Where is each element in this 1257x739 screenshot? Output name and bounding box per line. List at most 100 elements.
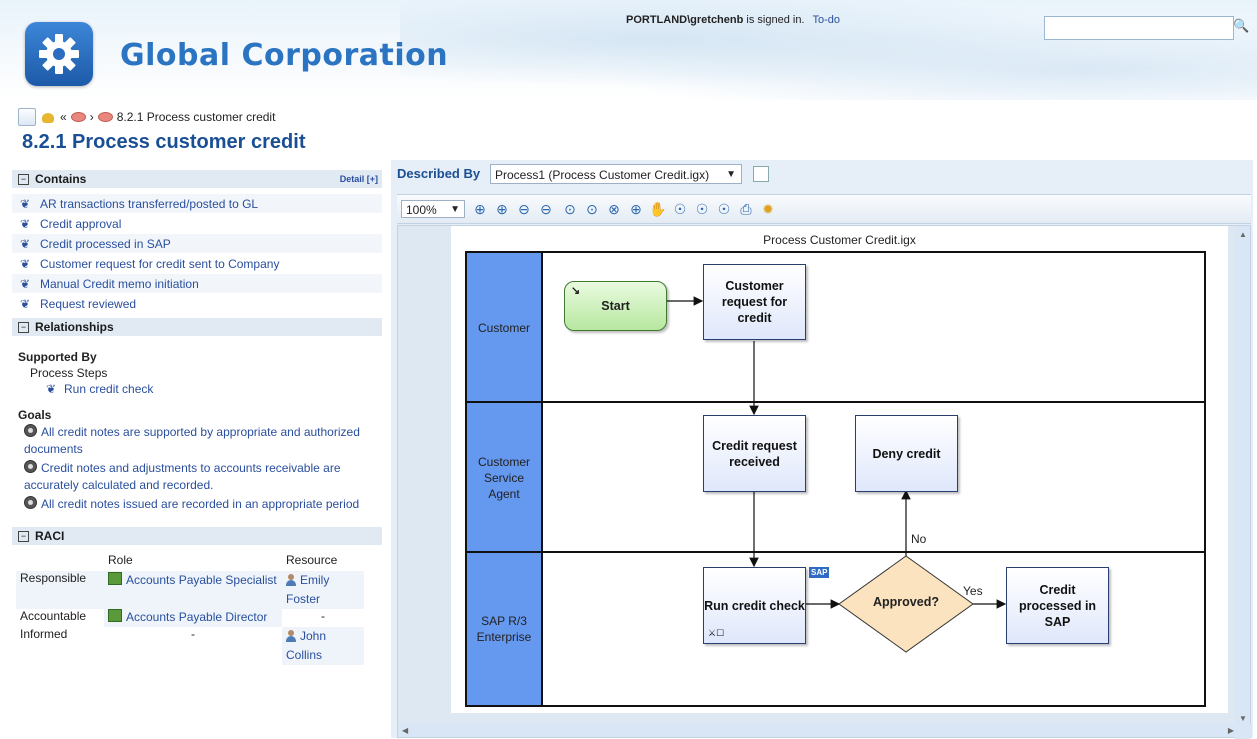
goal-link[interactable]: All credit notes issued are recorded in … <box>41 497 359 511</box>
goal-icon <box>24 496 37 509</box>
start-arrow-icon: ↘ <box>571 285 581 297</box>
list-item-link[interactable]: AR transactions transferred/posted to GL <box>40 197 258 211</box>
breadcrumb: « › 8.2.1 Process customer credit <box>18 108 275 126</box>
person-icon <box>286 630 296 642</box>
logo-gear-icon[interactable] <box>25 22 93 86</box>
find-previous-icon[interactable]: ☉ <box>715 200 733 218</box>
zoom-previous-icon[interactable]: ⊖ <box>537 200 555 218</box>
goal-link[interactable]: All credit notes are supported by approp… <box>24 425 360 456</box>
activity-icon: ❦ <box>20 196 31 211</box>
list-item-link[interactable]: Credit processed in SAP <box>40 237 171 251</box>
todo-link[interactable]: To-do <box>813 14 841 26</box>
pan-hand-icon[interactable]: ✋ <box>649 200 667 218</box>
breadcrumb-back[interactable]: « <box>60 110 67 124</box>
process-step-link[interactable]: Run credit check <box>64 382 153 396</box>
node-customer-request[interactable]: Customer request for credit <box>703 264 806 340</box>
collapse-icon[interactable]: − <box>18 173 29 185</box>
zoom-in-icon[interactable]: ⊕ <box>471 200 489 218</box>
goal-icon <box>24 460 37 473</box>
zoom-100-icon[interactable]: ⊙ <box>561 200 579 218</box>
list-item-link[interactable]: Manual Credit memo initiation <box>40 277 199 291</box>
zoom-out-icon[interactable]: ⊖ <box>515 200 533 218</box>
people-icon[interactable] <box>40 109 56 125</box>
detail-toggle[interactable]: Detail [+] <box>340 174 378 184</box>
signed-user: PORTLAND\gretchenb <box>626 14 744 26</box>
collapse-icon[interactable]: − <box>18 321 29 333</box>
collapse-icon[interactable]: − <box>18 530 29 542</box>
edge-label-no: No <box>911 532 927 546</box>
goal-item[interactable]: Credit notes and adjustments to accounts… <box>24 460 382 494</box>
goals-label: Goals <box>18 408 52 422</box>
list-item[interactable]: ❦ Credit approval <box>12 214 382 234</box>
diagram-canvas[interactable]: Process Customer Credit.igx Customer Cus… <box>397 225 1252 739</box>
list-item[interactable]: ❦ Customer request for credit sent to Com… <box>12 254 382 274</box>
start-label: Start <box>601 299 630 313</box>
col-role: Role <box>108 553 133 567</box>
scroll-right-icon[interactable]: ▶ <box>1228 726 1234 735</box>
start-event[interactable]: ↘ Start <box>564 281 667 331</box>
zoom-select[interactable]: 100% ▼ <box>401 200 465 218</box>
list-item-link[interactable]: Customer request for credit sent to Comp… <box>40 257 279 271</box>
activity-icon: ❦ <box>20 276 31 291</box>
raci-type: Accountable <box>20 609 87 623</box>
node-credit-request-received[interactable]: Credit request received <box>703 415 806 492</box>
relationships-body: Supported By Process Steps ❦ Run credit c… <box>12 336 382 513</box>
col-resource: Resource <box>286 553 338 567</box>
navigator-icon[interactable] <box>18 108 36 126</box>
scroll-up-icon[interactable]: ▲ <box>1239 230 1247 239</box>
process-diagram: Process Customer Credit.igx Customer Cus… <box>451 226 1228 713</box>
role-icon <box>108 572 122 585</box>
node-deny-credit[interactable]: Deny credit <box>855 415 958 492</box>
chevron-down-icon[interactable]: ▼ <box>450 201 460 219</box>
contains-section-header[interactable]: − Contains Detail [+] <box>12 170 382 188</box>
process-steps-label: Process Steps <box>30 366 108 380</box>
zoom-in-icon[interactable]: ⊕ <box>493 200 511 218</box>
open-diagram-icon[interactable] <box>753 166 769 182</box>
list-item[interactable]: ❦ Credit processed in SAP <box>12 234 382 254</box>
search-input[interactable] <box>1044 16 1234 40</box>
raci-label: RACI <box>35 529 65 543</box>
table-row: Informed - John Collins <box>16 627 364 665</box>
zoom-actual-icon[interactable]: ⊙ <box>583 200 601 218</box>
goal-item[interactable]: All credit notes issued are recorded in … <box>24 496 382 513</box>
table-row: Responsible Accounts Payable Specialist … <box>16 571 364 609</box>
attachment-icon[interactable]: ⚔☐ <box>708 625 724 641</box>
list-item-link[interactable]: Credit approval <box>40 217 121 231</box>
find-icon[interactable]: ☉ <box>671 200 689 218</box>
chevron-down-icon[interactable]: ▼ <box>726 165 736 185</box>
list-item-link[interactable]: Request reviewed <box>40 297 136 311</box>
contains-list: ❦ AR transactions transferred/posted to G… <box>12 194 382 314</box>
list-item[interactable]: ❦ Request reviewed <box>12 294 382 314</box>
process-step-item[interactable]: ❦ Run credit check <box>46 382 382 396</box>
process-oval-icon[interactable] <box>70 112 86 122</box>
signed-suffix: is signed in. <box>743 14 805 26</box>
binoculars-search-icon[interactable]: 🔍 <box>1233 18 1249 34</box>
list-item[interactable]: ❦ Manual Credit memo initiation <box>12 274 382 294</box>
raci-section-header[interactable]: − RACI <box>12 527 382 545</box>
signed-in-status: PORTLAND\gretchenb is signed in. To-do <box>626 14 840 26</box>
scroll-left-icon[interactable]: ◀ <box>402 726 408 735</box>
raci-type: Informed <box>20 627 68 641</box>
sap-badge: SAP <box>809 567 830 578</box>
role-link[interactable]: Accounts Payable Specialist <box>126 573 277 587</box>
zoom-fit-icon[interactable]: ⊗ <box>605 200 623 218</box>
scroll-down-icon[interactable]: ▼ <box>1239 714 1247 723</box>
role-link[interactable]: Accounts Payable Director <box>126 610 267 624</box>
goal-link[interactable]: Credit notes and adjustments to accounts… <box>24 461 341 492</box>
node-credit-processed[interactable]: Credit processed in SAP <box>1006 567 1109 644</box>
raci-table: Role Resource Responsible Accounts Payab… <box>16 553 364 665</box>
vertical-scrollbar[interactable]: ▲ ▼ <box>1235 226 1250 739</box>
zoom-value: 100% <box>406 203 437 217</box>
goal-item[interactable]: All credit notes are supported by approp… <box>24 424 382 458</box>
list-item[interactable]: ❦ AR transactions transferred/posted to G… <box>12 194 382 214</box>
described-by-select[interactable]: Process1 (Process Customer Credit.igx) ▼ <box>490 164 742 184</box>
find-next-icon[interactable]: ☉ <box>693 200 711 218</box>
horizontal-scrollbar[interactable]: ◀ ▶ <box>398 724 1252 737</box>
zoom-page-icon[interactable]: ⊕ <box>627 200 645 218</box>
print-icon[interactable]: ⎙ <box>737 200 755 218</box>
activity-icon: ❦ <box>20 236 31 251</box>
breadcrumb-current: 8.2.1 Process customer credit <box>116 110 276 124</box>
highlight-icon[interactable]: ✹ <box>759 200 777 218</box>
relationships-section-header[interactable]: − Relationships <box>12 318 382 336</box>
raci-type: Responsible <box>16 571 104 609</box>
